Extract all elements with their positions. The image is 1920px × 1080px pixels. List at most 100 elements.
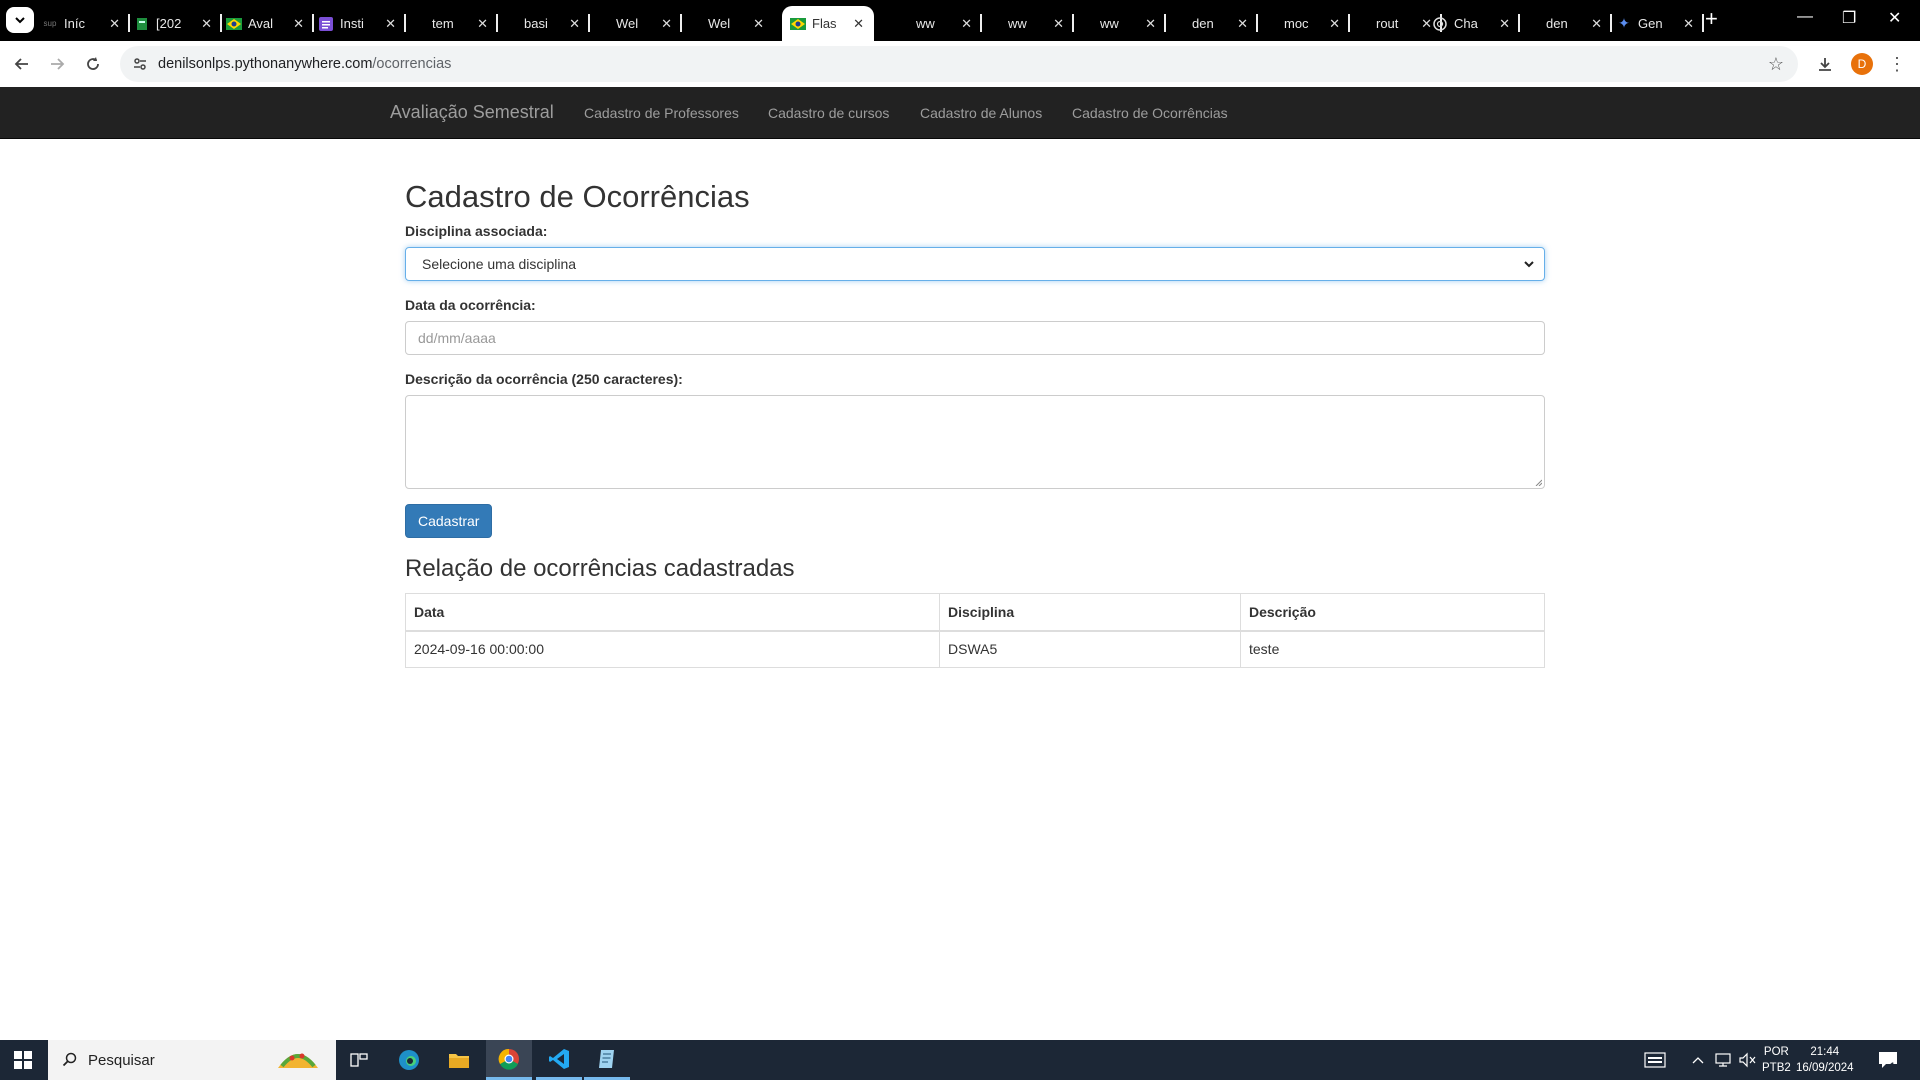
close-tab-icon[interactable]: ✕ <box>1237 16 1248 32</box>
browser-tab[interactable]: ✦ Gen ✕ <box>1612 6 1704 41</box>
page-title: Cadastro de Ocorrências <box>405 179 750 214</box>
browser-tab[interactable]: ww ✕ <box>982 6 1074 41</box>
browser-tab[interactable]: ww ✕ <box>1074 6 1166 41</box>
close-tab-icon[interactable]: ✕ <box>569 16 580 32</box>
browser-tab-strip: sup Iníc ✕ [202 ✕ Aval ✕ Insti ✕ tem ✕ b… <box>0 0 1920 41</box>
blank-icon <box>410 16 426 32</box>
tab-title: Wel <box>708 16 731 31</box>
close-tab-icon[interactable]: ✕ <box>1329 16 1340 32</box>
close-tab-icon[interactable]: ✕ <box>1499 16 1510 32</box>
browser-tab[interactable]: moc ✕ <box>1258 6 1350 41</box>
tab-title: tem <box>432 16 454 31</box>
blank-icon <box>1078 16 1094 32</box>
close-tab-icon[interactable]: ✕ <box>753 16 764 32</box>
occurrences-table: Data Disciplina Descrição 2024-09-16 00:… <box>405 593 1545 668</box>
close-tab-icon[interactable]: ✕ <box>1145 16 1156 32</box>
notepad-icon[interactable] <box>584 1040 630 1080</box>
browser-tab[interactable]: Insti ✕ <box>314 6 406 41</box>
browser-tab[interactable]: den ✕ <box>1520 6 1612 41</box>
more-menu-icon[interactable]: ⋮ <box>1884 51 1910 77</box>
browser-tab-active[interactable]: Flas ✕ <box>782 6 874 41</box>
blank-icon <box>1262 16 1278 32</box>
navbar-brand[interactable]: Avaliação Semestral <box>390 102 554 123</box>
browser-tab[interactable]: ww ✕ <box>890 6 982 41</box>
download-icon[interactable] <box>1812 51 1838 77</box>
volume-muted-icon[interactable] <box>1738 1040 1756 1080</box>
url-host: denilsonlps.pythonanywhere.com <box>158 56 373 72</box>
taskbar-clock[interactable]: 21:44 16/09/2024 <box>1796 1044 1854 1076</box>
reload-icon[interactable] <box>80 51 106 77</box>
column-header-descricao: Descrição <box>1240 593 1545 632</box>
close-tab-icon[interactable]: ✕ <box>385 16 396 32</box>
browser-tab[interactable]: sup Iníc ✕ <box>38 6 130 41</box>
cell-descricao: teste <box>1240 630 1545 668</box>
close-tab-icon[interactable]: ✕ <box>109 16 120 32</box>
back-arrow-icon[interactable] <box>9 51 35 77</box>
close-tab-icon[interactable]: ✕ <box>201 16 212 32</box>
close-tab-icon[interactable]: ✕ <box>1683 16 1694 32</box>
keyboard-layout: PTB2 <box>1762 1062 1791 1074</box>
tab-title: ww <box>1100 16 1119 31</box>
browser-tab[interactable]: den ✕ <box>1166 6 1258 41</box>
vscode-icon[interactable] <box>536 1040 582 1080</box>
edge-browser-icon[interactable] <box>386 1040 432 1080</box>
taskbar-search-label: Pesquisar <box>88 1051 155 1069</box>
profile-avatar[interactable]: D <box>1851 53 1873 75</box>
close-tab-icon[interactable]: ✕ <box>853 16 864 32</box>
browser-tab[interactable]: basi ✕ <box>498 6 590 41</box>
browser-tab[interactable]: Aval ✕ <box>222 6 314 41</box>
tab-title: Iníc <box>64 16 85 31</box>
close-tab-icon[interactable]: ✕ <box>961 16 972 32</box>
browser-tab[interactable]: tem ✕ <box>406 6 498 41</box>
blank-icon <box>686 16 702 32</box>
address-bar[interactable]: denilsonlps.pythonanywhere.com/ocorrenci… <box>120 46 1798 82</box>
nav-link-cursos[interactable]: Cadastro de cursos <box>768 105 889 121</box>
close-tab-icon[interactable]: ✕ <box>477 16 488 32</box>
tab-title: Flas <box>812 16 837 31</box>
nav-link-professores[interactable]: Cadastro de Professores <box>584 105 739 121</box>
description-label: Descrição da ocorrência (250 caracteres)… <box>405 371 683 387</box>
notification-center-icon[interactable]: 1 <box>1878 1040 1898 1080</box>
forward-arrow-icon[interactable] <box>44 51 70 77</box>
language-indicator[interactable]: POR PTB2 <box>1762 1044 1791 1076</box>
discipline-label: Disciplina associada: <box>405 223 548 239</box>
close-tab-icon[interactable]: ✕ <box>293 16 304 32</box>
chrome-browser-icon[interactable] <box>486 1040 532 1080</box>
tray-chevron-up-icon[interactable] <box>1692 1040 1704 1080</box>
tab-title: rout <box>1376 16 1399 31</box>
browser-tab[interactable]: Wel ✕ <box>682 6 774 41</box>
tab-title: ww <box>1008 16 1027 31</box>
close-tab-icon[interactable]: ✕ <box>1053 16 1064 32</box>
new-tab-plus-icon[interactable]: + <box>1705 8 1718 30</box>
nav-link-alunos[interactable]: Cadastro de Alunos <box>920 105 1042 121</box>
close-window-icon[interactable]: ✕ <box>1888 8 1901 28</box>
url-path: /ocorrencias <box>372 56 452 72</box>
task-view-icon[interactable] <box>336 1040 382 1080</box>
gemini-star-icon: ✦ <box>1618 15 1630 31</box>
sup-text-icon: sup <box>43 19 57 28</box>
column-header-disciplina: Disciplina <box>939 593 1241 632</box>
browser-tab[interactable]: Wel ✕ <box>590 6 682 41</box>
minimize-icon[interactable]: — <box>1797 8 1813 26</box>
browser-tab[interactable]: Cha ✕ <box>1428 6 1520 41</box>
submit-button[interactable]: Cadastrar <box>405 504 493 538</box>
browser-tab[interactable]: [202 ✕ <box>130 6 222 41</box>
nav-link-ocorrencias[interactable]: Cadastro de Ocorrências <box>1072 105 1228 121</box>
close-tab-icon[interactable]: ✕ <box>1591 16 1602 32</box>
resize-grip-icon[interactable] <box>1534 478 1542 486</box>
network-icon[interactable] <box>1714 1040 1732 1080</box>
description-textarea[interactable] <box>405 395 1545 489</box>
discipline-select[interactable]: Selecione uma disciplina <box>405 247 1545 281</box>
clock-time: 21:44 <box>1810 1046 1840 1058</box>
date-input[interactable]: dd/mm/aaaa <box>405 321 1545 355</box>
input-indicator-icon[interactable] <box>1644 1040 1666 1080</box>
file-explorer-icon[interactable] <box>436 1040 482 1080</box>
windows-start-icon[interactable] <box>0 1040 46 1080</box>
close-tab-icon[interactable]: ✕ <box>661 16 672 32</box>
tab-search-button[interactable] <box>6 7 34 33</box>
site-info-icon[interactable] <box>130 54 150 74</box>
taskbar-search-box[interactable]: Pesquisar <box>48 1040 336 1080</box>
bookmark-star-icon[interactable]: ☆ <box>1768 54 1784 75</box>
restore-icon[interactable]: ❐ <box>1842 8 1856 28</box>
chevron-down-icon <box>1524 261 1534 268</box>
